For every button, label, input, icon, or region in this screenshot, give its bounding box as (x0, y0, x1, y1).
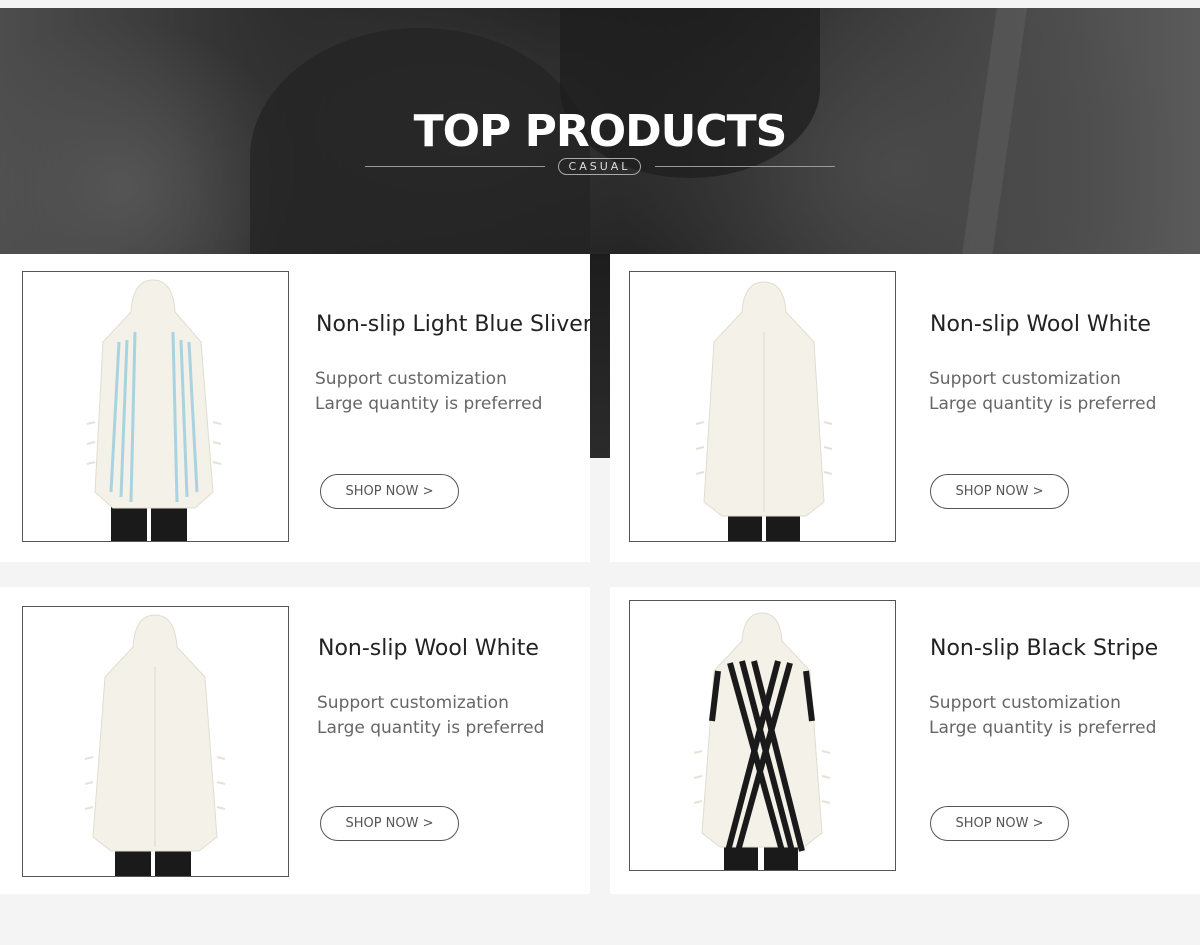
product-desc-2: Large quantity is preferred (929, 394, 1157, 414)
product-name[interactable]: Non-slip Wool White (930, 312, 1151, 337)
product-name[interactable]: Non-slip Wool White (318, 636, 539, 661)
product-desc-2: Large quantity is preferred (317, 718, 545, 738)
product-image[interactable] (22, 606, 289, 877)
section-tag: CASUAL (558, 158, 641, 175)
product-name[interactable]: Non-slip Light Blue Sliver (316, 312, 592, 337)
shop-now-button[interactable]: SHOP NOW > (930, 474, 1069, 509)
product-name[interactable]: Non-slip Black Stripe (930, 636, 1158, 661)
shop-now-button[interactable]: SHOP NOW > (320, 474, 459, 509)
product-desc-2: Large quantity is preferred (315, 394, 543, 414)
product-desc-1: Support customization (929, 693, 1121, 713)
product-desc-1: Support customization (315, 369, 507, 389)
product-desc-2: Large quantity is preferred (929, 718, 1157, 738)
hero-overlap-strip (590, 254, 610, 458)
shop-now-button[interactable]: SHOP NOW > (930, 806, 1069, 841)
title-divider-left (365, 166, 545, 167)
section-title: TOP PRODUCTS (413, 106, 788, 157)
product-card: Non-slip Black Stripe Support customizat… (610, 587, 1200, 894)
product-card: Non-slip Light Blue Sliver Support custo… (0, 254, 592, 562)
product-image[interactable] (629, 600, 896, 871)
product-image[interactable] (22, 271, 289, 542)
title-divider-right (655, 166, 835, 167)
product-card: Non-slip Wool White Support customizatio… (610, 254, 1200, 562)
product-desc-1: Support customization (317, 693, 509, 713)
top-strip (0, 0, 1200, 8)
shop-now-button[interactable]: SHOP NOW > (320, 806, 459, 841)
hero-banner: TOP PRODUCTS CASUAL (0, 8, 1200, 254)
product-card: Non-slip Wool White Support customizatio… (0, 587, 590, 894)
product-desc-1: Support customization (929, 369, 1121, 389)
product-image[interactable] (629, 271, 896, 542)
